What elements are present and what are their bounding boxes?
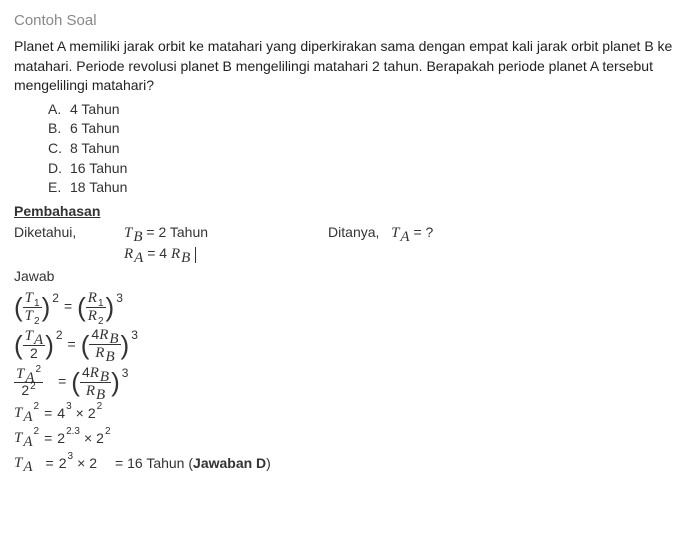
option-letter: E. [48, 178, 70, 198]
known-row: Diketahui, TB = 2 Tahun RA = 4 RB Ditany… [14, 223, 686, 265]
equation-2: ( TA 2 )2 = ( 4RB RB )3 [14, 327, 686, 362]
option-letter: A. [48, 100, 70, 120]
option-row: E. 18 Tahun [48, 178, 686, 198]
page-title: Contoh Soal [14, 10, 686, 31]
diketahui-label: Diketahui, [14, 223, 94, 243]
equation-3: TA2 22 = ( 4RB RB )3 [14, 365, 686, 400]
option-row: C. 8 Tahun [48, 139, 686, 159]
equation-4: TA2 = 43 × 22 [14, 402, 686, 424]
equation-1: ( T1 T2 )2 = ( R1 R2 )3 [14, 290, 686, 325]
equation-5: TA2 = 22.3 × 22 [14, 427, 686, 449]
option-row: D. 16 Tahun [48, 159, 686, 179]
option-text: 8 Tahun [70, 139, 120, 159]
final-answer: = 16 Tahun (Jawaban D) [115, 454, 271, 474]
pembahasan-heading: Pembahasan [14, 202, 686, 222]
option-row: A. 4 Tahun [48, 100, 686, 120]
known-tb: TB = 2 Tahun [124, 223, 208, 244]
option-text: 6 Tahun [70, 119, 120, 139]
options-list: A. 4 Tahun B. 6 Tahun C. 8 Tahun D. 16 T… [48, 100, 686, 198]
option-text: 16 Tahun [70, 159, 127, 179]
option-letter: B. [48, 119, 70, 139]
option-text: 18 Tahun [70, 178, 127, 198]
option-row: B. 6 Tahun [48, 119, 686, 139]
option-text: 4 Tahun [70, 100, 120, 120]
jawab-heading: Jawab [14, 267, 686, 287]
text-cursor [195, 247, 196, 263]
equation-6: TA = 23 × 2 = 16 Tahun (Jawaban D) [14, 452, 686, 474]
question-text: Planet A memiliki jarak orbit ke matahar… [14, 37, 686, 96]
known-ra: RA = 4 RB [124, 244, 208, 265]
option-letter: D. [48, 159, 70, 179]
option-letter: C. [48, 139, 70, 159]
asked-cell: Ditanya, TA = ? [328, 223, 433, 244]
